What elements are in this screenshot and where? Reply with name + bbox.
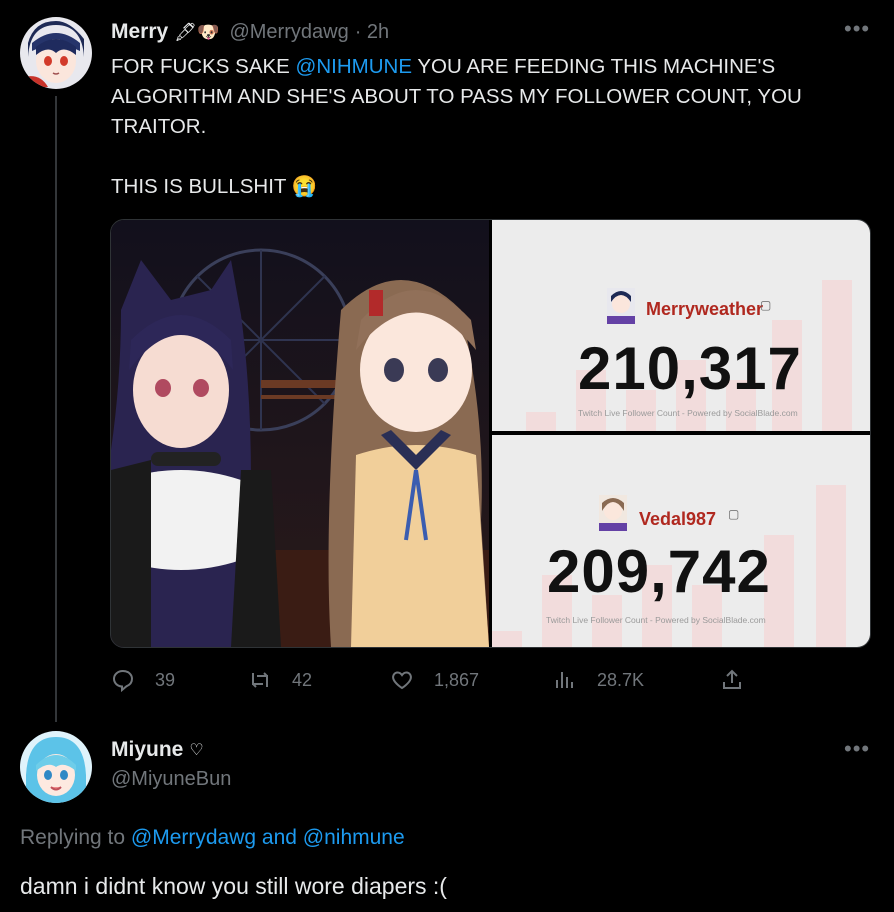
avatar[interactable] xyxy=(20,17,92,89)
name-emojis: 🖋🐶 xyxy=(174,21,220,42)
credit-text: Twitch Live Follower Count - Powered by … xyxy=(546,615,766,625)
share-button[interactable] xyxy=(720,668,744,692)
twitch-badge-icon: ▢ xyxy=(760,298,772,312)
display-name[interactable]: Miyune xyxy=(111,738,183,762)
avatar[interactable] xyxy=(20,731,92,803)
timestamp[interactable]: · 2h xyxy=(355,21,389,44)
handle[interactable]: @Merrydawg xyxy=(229,21,348,44)
more-icon[interactable]: ••• xyxy=(844,16,870,42)
channel-name: Vedal987 xyxy=(639,509,717,529)
media-image-illustration[interactable] xyxy=(111,220,489,647)
channel-avatar xyxy=(607,288,635,324)
stat-panel-bottom[interactable]: Vedal987 ▢ 209,742 Twitch Live Follower … xyxy=(492,435,870,647)
reply-text: damn i didnt know you still wore diapers… xyxy=(20,873,447,899)
tweet-header: Merry 🖋🐶 @Merrydawg · 2h xyxy=(111,20,389,44)
reply-header: Miyune ♡ xyxy=(111,738,204,762)
twitch-badge-icon: ▢ xyxy=(728,507,740,521)
views-button[interactable]: 28.7K xyxy=(553,668,644,692)
stat-panel-top[interactable]: Merryweather ▢ 210,317 Twitch Live Follo… xyxy=(492,220,870,431)
channel-name: Merryweather xyxy=(646,299,764,319)
media-grid[interactable]: Merryweather ▢ 210,317 Twitch Live Follo… xyxy=(110,219,871,648)
display-name[interactable]: Merry xyxy=(111,20,168,44)
follower-count: 210,317 xyxy=(578,335,802,402)
replying-to-links[interactable]: @Merrydawg and @nihmune xyxy=(131,826,405,849)
retweet-count: 42 xyxy=(292,669,313,690)
like-button[interactable]: 1,867 xyxy=(390,668,479,692)
tweet-text: FOR FUCKS SAKE @NIHMUNE YOU ARE FEEDING … xyxy=(111,52,871,202)
mention-link[interactable]: @NIHMUNE xyxy=(296,55,412,78)
tweet-text-pre: FOR FUCKS SAKE xyxy=(111,55,296,78)
retweet-icon xyxy=(252,672,268,688)
more-icon[interactable]: ••• xyxy=(844,736,870,762)
thread-line xyxy=(55,96,57,722)
credit-text: Twitch Live Follower Count - Powered by … xyxy=(578,408,798,418)
reply-button[interactable]: 39 xyxy=(111,668,175,692)
handle[interactable]: @MiyuneBun xyxy=(111,768,231,791)
replying-label: Replying to xyxy=(20,826,131,849)
retweet-button[interactable]: 42 xyxy=(248,668,312,692)
like-count: 1,867 xyxy=(434,669,480,690)
reply-count: 39 xyxy=(155,669,176,690)
views-icon xyxy=(556,672,573,688)
name-symbol: ♡ xyxy=(189,742,204,759)
share-icon xyxy=(723,669,741,689)
reply-icon xyxy=(112,669,134,692)
view-count: 28.7K xyxy=(597,669,645,690)
follower-count: 209,742 xyxy=(547,538,771,605)
like-icon xyxy=(392,671,412,690)
replying-to: Replying to @Merrydawg and @nihmune xyxy=(20,826,405,850)
channel-avatar xyxy=(599,495,627,531)
